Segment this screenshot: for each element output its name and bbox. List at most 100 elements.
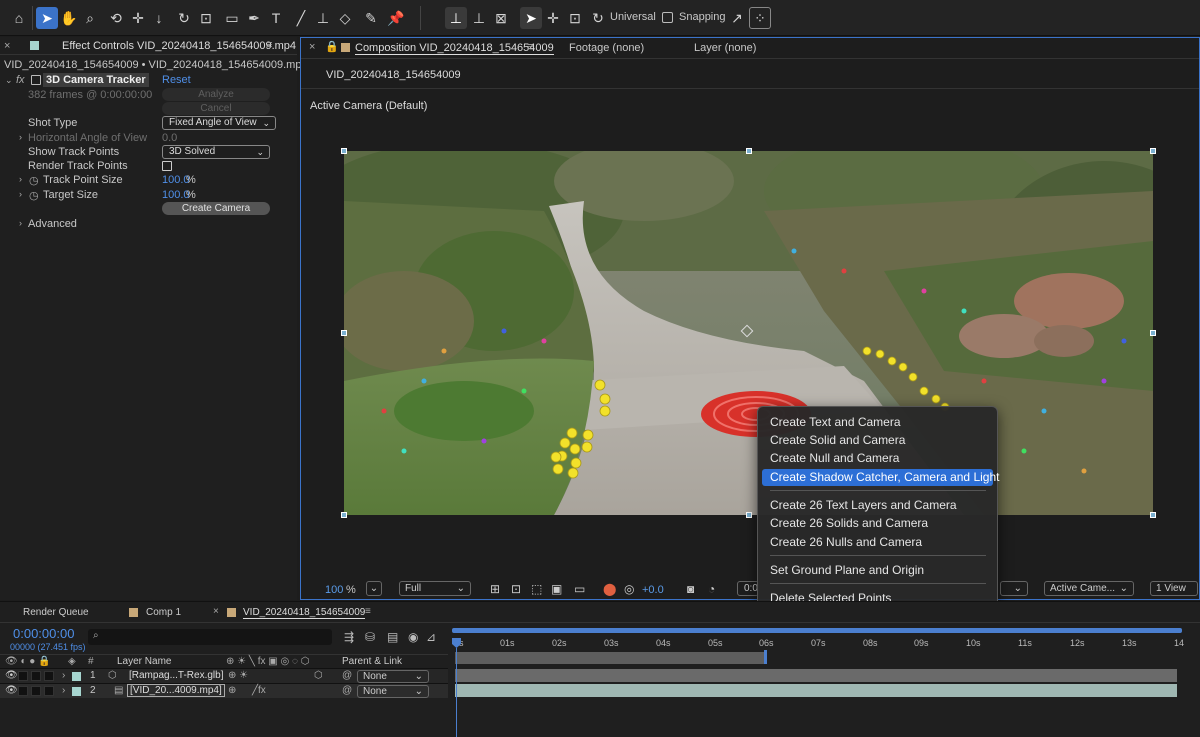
stopwatch-icon[interactable]: ◷ xyxy=(29,174,39,187)
layer-1-track-bar[interactable] xyxy=(455,669,1177,682)
color-management-icon[interactable]: ◎ xyxy=(624,582,634,596)
snap-options-icon[interactable]: ↗ xyxy=(726,7,748,29)
move-gizmo-icon[interactable]: ✛ xyxy=(542,7,564,29)
menu-item-create-26-nulls[interactable]: Create 26 Nulls and Camera xyxy=(762,534,993,551)
fx-icon[interactable]: fx xyxy=(16,73,25,87)
rectangle-tool-icon[interactable]: ▭ xyxy=(221,7,243,29)
transform-handle[interactable] xyxy=(341,330,347,336)
cancel-button[interactable]: Cancel xyxy=(162,102,270,115)
zoom-dropdown[interactable]: ⌄ xyxy=(366,581,382,596)
color-channels-icon[interactable]: ⬤ xyxy=(603,582,616,596)
layer-label-color[interactable] xyxy=(72,672,81,681)
layer-name[interactable]: [VID_20...4009.mp4] xyxy=(127,684,225,697)
scale-gizmo-icon[interactable]: ⊡ xyxy=(564,7,586,29)
column-parent-link[interactable]: Parent & Link xyxy=(342,656,402,667)
tab-vid-comp[interactable]: VID_20240418_154654009 xyxy=(243,607,366,619)
pick-whip-icon[interactable]: @ xyxy=(342,670,352,681)
view-count-select[interactable]: 1 View xyxy=(1150,581,1198,596)
active-camera-select[interactable]: Active Came... ⌄ xyxy=(1044,581,1134,596)
twirl-closed-icon[interactable]: › xyxy=(62,685,65,696)
layer-tab[interactable]: Layer (none) xyxy=(694,42,756,54)
reset-link[interactable]: Reset xyxy=(162,73,191,87)
roto-brush-icon[interactable]: ✎ xyxy=(360,7,382,29)
region-of-interest-icon[interactable]: ▣ xyxy=(551,582,562,596)
show-track-points-select[interactable]: 3D Solved ⌄ xyxy=(162,145,270,159)
transform-handle[interactable] xyxy=(341,512,347,518)
snapping-checkbox[interactable] xyxy=(662,12,673,23)
out-point-marker[interactable] xyxy=(764,650,767,664)
tab-render-queue[interactable]: Render Queue xyxy=(23,607,89,618)
guides-icon[interactable]: ▭ xyxy=(574,582,585,596)
menu-item-create-shadow-catcher[interactable]: Create Shadow Catcher, Camera and Light xyxy=(762,469,999,486)
universal-select-icon[interactable]: ➤ xyxy=(520,7,542,29)
audio-toggle[interactable] xyxy=(18,671,28,681)
show-snapshot-icon[interactable]: ◔ xyxy=(708,582,715,596)
layer-row[interactable]: 👁 › 1 ⬡ [Rampag...T-Rex.glb] ⊕ ☀ ⬡ @ Non… xyxy=(0,668,448,683)
eye-icon[interactable]: 👁 xyxy=(5,685,18,696)
rotate-gizmo-icon[interactable]: ↻ xyxy=(587,7,609,29)
frame-blending-icon[interactable]: ▤ xyxy=(387,630,398,644)
3d-layer-switch-icon[interactable]: ⬡ xyxy=(314,670,323,681)
local-axis-icon[interactable]: ⊥ xyxy=(445,7,467,29)
lock-icon[interactable]: 🔒 xyxy=(325,40,339,53)
transform-handle[interactable] xyxy=(1150,330,1156,336)
transform-handle[interactable] xyxy=(746,512,752,518)
transparency-grid-icon[interactable]: ⊡ xyxy=(511,582,521,596)
home-icon[interactable]: ⌂ xyxy=(8,7,30,29)
pen-tool-icon[interactable]: ✒ xyxy=(243,7,265,29)
solo-toggle[interactable] xyxy=(31,686,41,696)
advanced-label[interactable]: Advanced xyxy=(28,218,77,230)
menu-item-create-26-text-layers[interactable]: Create 26 Text Layers and Camera xyxy=(762,497,993,514)
view-layout-select[interactable]: ⌄ xyxy=(1000,581,1028,596)
type-tool-icon[interactable]: T xyxy=(265,7,287,29)
fast-preview-icon[interactable]: ⊞ xyxy=(490,582,500,596)
render-track-points-checkbox[interactable] xyxy=(162,161,172,171)
layer-label-color[interactable] xyxy=(72,687,81,696)
layer-row[interactable]: 👁 › 2 ▤ [VID_20...4009.mp4] ⊕ ╱fx @ None… xyxy=(0,683,448,698)
menu-item-create-solid-camera[interactable]: Create Solid and Camera xyxy=(762,432,993,449)
create-camera-button[interactable]: Create Camera xyxy=(162,202,270,215)
draft-3d-icon[interactable]: ⛁ xyxy=(365,630,375,644)
world-axis-icon[interactable]: ⊥ xyxy=(468,7,490,29)
parent-select[interactable]: None ⌄ xyxy=(357,670,429,683)
current-timecode[interactable]: 0:00:00:00 xyxy=(13,626,74,641)
clone-stamp-icon[interactable]: ⊥ xyxy=(312,7,334,29)
stopwatch-icon[interactable]: ◷ xyxy=(29,189,39,202)
brush-tool-icon[interactable]: ╱ xyxy=(290,7,312,29)
twirl-closed-icon[interactable]: › xyxy=(62,670,65,681)
hand-tool-icon[interactable]: ✋ xyxy=(58,7,80,29)
layer-search-input[interactable]: ⌕ xyxy=(88,629,332,645)
layer-name[interactable]: [Rampag...T-Rex.glb] xyxy=(129,670,223,681)
tab-comp-1[interactable]: Comp 1 xyxy=(146,607,181,618)
view-axis-icon[interactable]: ⊠ xyxy=(490,7,512,29)
menu-item-set-ground-plane[interactable]: Set Ground Plane and Origin xyxy=(762,562,993,579)
eraser-tool-icon[interactable]: ◇ xyxy=(334,7,356,29)
puppet-pin-icon[interactable]: 📌 xyxy=(385,7,407,29)
close-icon[interactable]: × xyxy=(213,606,219,617)
selection-tool-icon[interactable]: ➤ xyxy=(36,7,58,29)
twirl-closed-icon[interactable]: › xyxy=(19,189,22,199)
snap-target-icon[interactable]: ⁘ xyxy=(749,7,771,29)
motion-blur-icon[interactable]: ◉ xyxy=(408,630,418,644)
parent-select[interactable]: None ⌄ xyxy=(357,685,429,698)
layer-duration-bar[interactable] xyxy=(455,652,765,664)
menu-item-create-26-solids[interactable]: Create 26 Solids and Camera xyxy=(762,515,993,532)
column-layer-name[interactable]: Layer Name xyxy=(117,656,171,667)
effect-name[interactable]: 3D Camera Tracker xyxy=(43,73,149,87)
zoom-value[interactable]: 100 xyxy=(325,584,343,596)
transform-handle[interactable] xyxy=(1150,512,1156,518)
panel-menu-icon[interactable]: ≡ xyxy=(365,606,371,617)
twirl-open-icon[interactable]: ⌄ xyxy=(5,73,13,87)
mask-visibility-icon[interactable]: ⬚ xyxy=(531,582,542,596)
solo-toggle[interactable] xyxy=(31,671,41,681)
pan-camera-icon[interactable]: ✛ xyxy=(127,7,149,29)
graph-editor-icon[interactable]: ⊿ xyxy=(426,630,436,644)
exposure-value[interactable]: +0.0 xyxy=(642,584,664,596)
composition-viewport[interactable] xyxy=(344,151,1153,515)
current-time-field[interactable]: 0:0 xyxy=(737,581,759,596)
shy-switch-icon[interactable]: ⊕ xyxy=(228,685,236,696)
panel-menu-icon[interactable]: ≡ xyxy=(266,39,272,51)
twirl-closed-icon[interactable]: › xyxy=(19,174,22,184)
panel-menu-icon[interactable]: ≡ xyxy=(527,41,533,53)
pan-behind-icon[interactable]: ⊡ xyxy=(195,7,217,29)
